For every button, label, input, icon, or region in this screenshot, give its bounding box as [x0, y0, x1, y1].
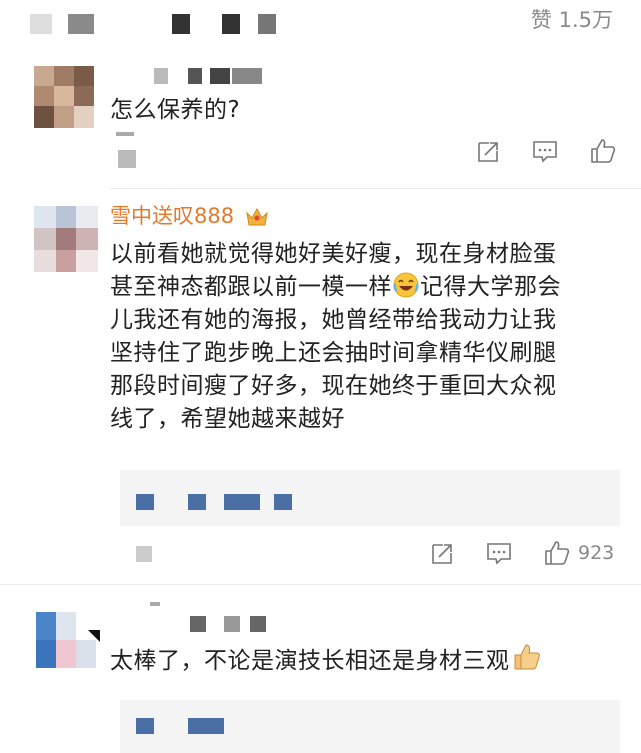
reply-preview-box[interactable] [120, 470, 620, 526]
comment-text: 怎么保养的? [110, 97, 241, 123]
reply-preview-box[interactable] [120, 700, 620, 753]
like-summary[interactable]: 赞 1.5万 [531, 4, 613, 34]
like-label: 赞 [530, 8, 552, 32]
avatar[interactable] [34, 206, 98, 272]
comment-line: 那段时间瘦了好多，现在她终于重回大众视 [110, 373, 557, 399]
crown-icon [246, 207, 268, 226]
comment-icon[interactable] [486, 542, 512, 566]
comment-text-segment: 记得大学那会 [420, 274, 561, 300]
badge-icon [88, 630, 100, 642]
comment-line: 儿我还有她的海报，她曾经带给我动力让我 [110, 307, 557, 333]
comment-line: 以前看她就觉得她好美好瘦，现在身材脸蛋 [110, 241, 557, 267]
avatar[interactable] [36, 612, 96, 668]
share-icon[interactable] [476, 140, 500, 164]
comment-icon[interactable] [532, 140, 558, 164]
avatar[interactable] [34, 66, 94, 128]
laughing-emoji-icon [393, 272, 419, 298]
share-icon[interactable] [430, 542, 454, 566]
mosaic-block [222, 14, 240, 34]
mosaic-block [258, 14, 276, 34]
thumbs-up-emoji-icon [514, 644, 540, 670]
comment-body: 以前看她就觉得她好美好瘦，现在身材脸蛋 甚至神态都跟以前一模一样 记得大学那会 … [110, 238, 561, 436]
divider [110, 188, 641, 189]
comment-line: 线了，希望她越来越好 [110, 406, 345, 432]
divider [0, 584, 641, 585]
comment-line: 甚至神态都跟以前一模一样 记得大学那会 [110, 271, 561, 304]
username-text: 雪中送叹888 [110, 204, 235, 228]
mosaic-block [68, 14, 94, 34]
username[interactable]: 雪中送叹888 [110, 202, 269, 230]
thumbs-up-icon[interactable] [544, 540, 570, 566]
comment-line: 坚持住了跑步晚上还会抽时间拿精华仪刷腿 [110, 340, 557, 366]
comment-line: 太棒了，不论是演技长相还是身材三观 [110, 642, 542, 678]
like-count: 923 [578, 542, 615, 564]
thumbs-up-icon[interactable] [590, 138, 616, 164]
comment-text: 太棒了，不论是演技长相还是身材三观 [110, 648, 510, 674]
comment-text-segment: 甚至神态都跟以前一模一样 [110, 274, 392, 300]
mosaic-block [30, 14, 52, 34]
like-count: 1.5万 [558, 8, 613, 32]
mosaic-block [172, 14, 190, 34]
